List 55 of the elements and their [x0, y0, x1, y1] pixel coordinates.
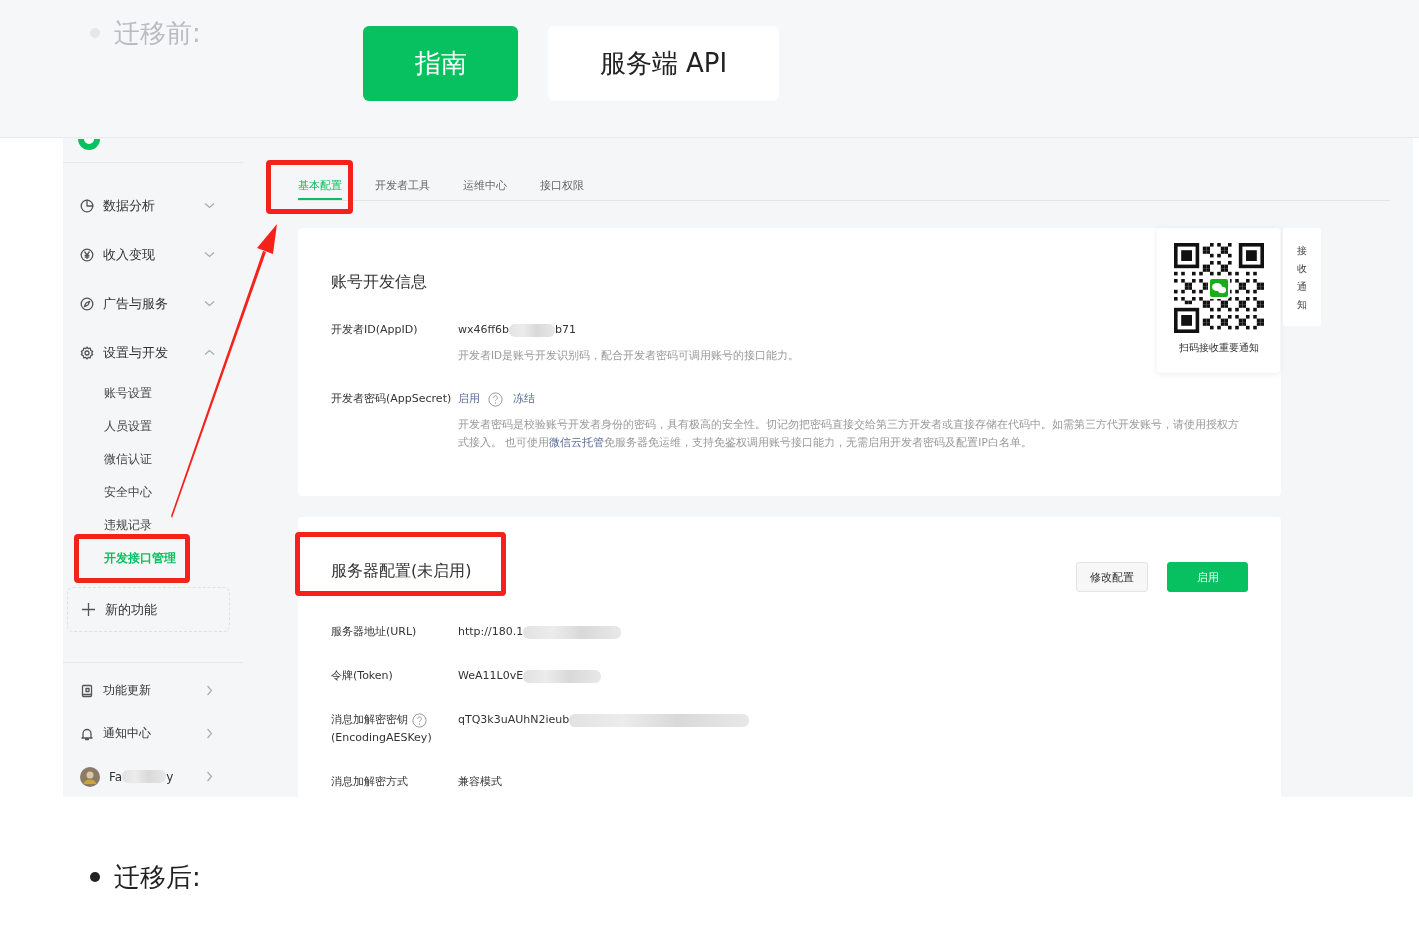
field-label: 令牌(Token) — [331, 668, 393, 684]
field-value: wx46ff6b — [458, 322, 510, 338]
section-title: 账号开发信息 — [331, 271, 428, 293]
nav-subitem[interactable]: 违规记录 — [104, 509, 152, 542]
edit-button[interactable]: 修改配置 — [1076, 562, 1148, 592]
nav-label: y — [166, 769, 174, 784]
section-title: 服务器配置(未启用) — [331, 560, 472, 582]
nav-subitem[interactable]: 微信认证 — [104, 443, 152, 476]
link[interactable]: 冻结 — [513, 390, 535, 408]
field-value: 兼容模式 — [458, 774, 502, 790]
field-value: WeA11L0vE — [458, 668, 524, 684]
description-text: 开发者ID是账号开发识别码，配合开发者密码可调用账号的接口能力。 — [458, 348, 800, 363]
pie-chart-icon — [80, 198, 94, 213]
list-item-text: 迁移前: — [114, 17, 201, 50]
nav-subitem[interactable]: 人员设置 — [104, 410, 152, 443]
nav-item[interactable]: 通知中心 — [63, 712, 243, 755]
button-label: 新的功能 — [105, 600, 157, 619]
qr-caption: 扫码接收重要通知 — [1178, 341, 1259, 355]
nav-subitem[interactable]: 安全中心 — [104, 476, 152, 509]
nav-item[interactable]: 数据分析 — [63, 181, 243, 230]
field-label: 开发者ID(AppID) — [331, 322, 418, 338]
new-feature-button[interactable]: 新的功能 — [67, 587, 230, 632]
nav-item[interactable]: 收入变现 — [63, 230, 243, 279]
nav-item[interactable]: 功能更新 — [63, 669, 243, 712]
bell-icon — [80, 726, 94, 741]
tab-button[interactable]: 服务端 API — [548, 26, 779, 101]
plus-icon — [82, 603, 95, 616]
compass-icon — [80, 296, 94, 311]
field-label: 开发者密码(AppSecret) — [331, 391, 452, 407]
list-item-text: 迁移后: — [114, 861, 201, 894]
nav-label: Fa — [109, 769, 123, 784]
bullet-icon — [90, 872, 100, 882]
link[interactable]: 微信云托管 — [549, 436, 605, 448]
field-label: 消息加解密密钥 — [331, 712, 408, 728]
nav-label: 功能更新 — [103, 682, 151, 699]
field-value: http://180.1 — [458, 624, 524, 640]
nav-subitem[interactable]: 账号设置 — [104, 377, 152, 410]
side-tab[interactable]: 接收通知 — [1283, 228, 1321, 326]
tab[interactable]: 接口权限 — [540, 172, 584, 200]
field-label: (EncodingAESKey) — [331, 730, 433, 746]
nav-label: 通知中心 — [103, 725, 151, 742]
field-label: 消息加解密方式 — [331, 774, 408, 790]
settings-icon — [80, 345, 94, 360]
yen-coin-icon — [80, 247, 94, 262]
tab[interactable]: 开发者工具 — [375, 172, 430, 200]
field-label: 服务器地址(URL) — [331, 624, 417, 640]
field-value: b71 — [555, 322, 577, 338]
avatar-icon — [80, 766, 100, 787]
book-icon — [80, 683, 94, 698]
tab[interactable]: 运维中心 — [463, 172, 507, 200]
nav-item[interactable]: 广告与服务 — [63, 279, 243, 328]
link[interactable]: 启用 — [458, 390, 480, 408]
nav-item[interactable]: 设置与开发 — [63, 328, 243, 377]
field-value: qTQ3k3uAUhN2ieub — [458, 712, 570, 728]
nav-item[interactable]: Fa y — [63, 755, 243, 797]
